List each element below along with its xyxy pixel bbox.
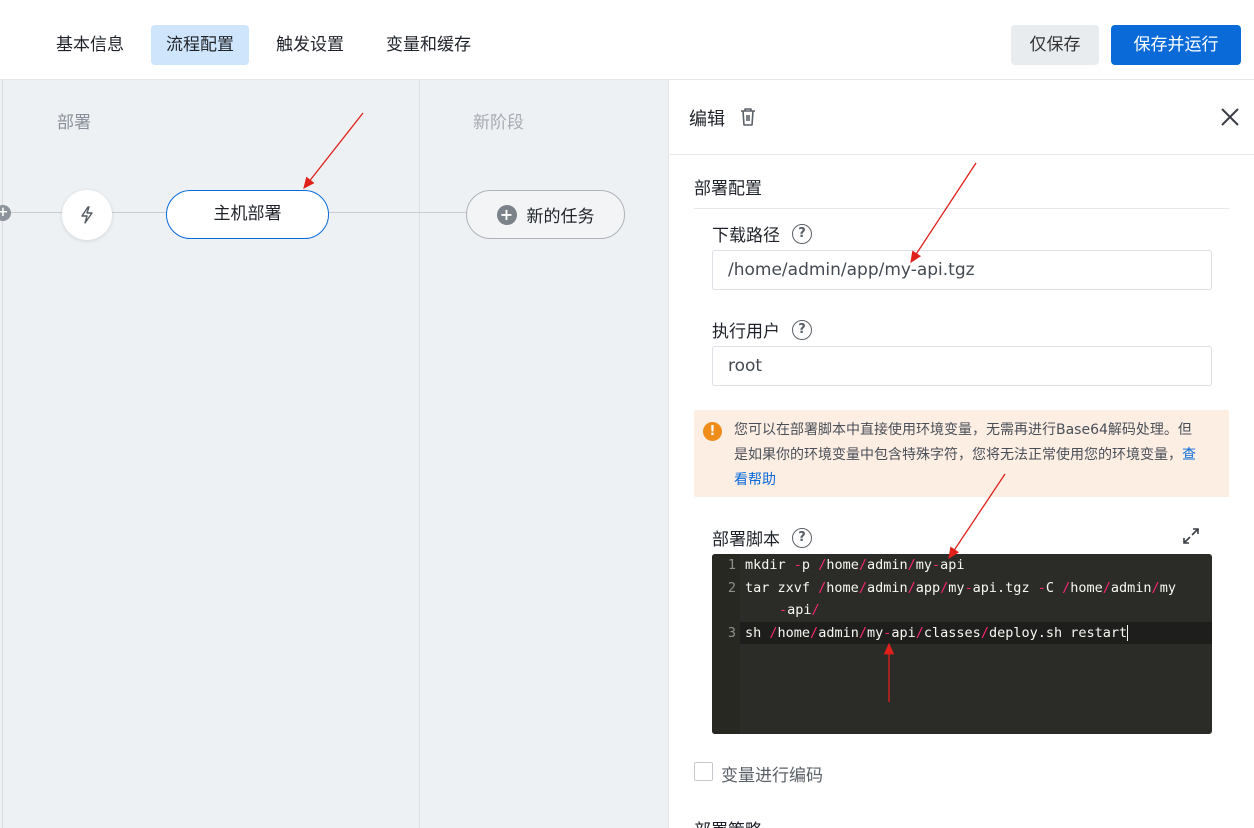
line-number: 3 <box>727 625 736 641</box>
code-line-2: tar zxvf /home/admin/app/my-api.tgz -C /… <box>745 580 1176 596</box>
tab-basic-info[interactable]: 基本信息 <box>41 25 139 65</box>
line-number: 1 <box>727 557 736 573</box>
edit-panel: 编辑 部署配置 下载路径 ? /home/admin/app/my-api.tg… <box>668 80 1254 828</box>
stage-divider <box>2 80 3 828</box>
connector-line <box>329 212 466 213</box>
new-task-label: 新的任务 <box>526 207 595 227</box>
save-only-button[interactable]: 仅保存 <box>1011 25 1099 65</box>
exec-user-input[interactable]: root <box>712 346 1212 386</box>
panel-title: 编辑 <box>689 109 725 130</box>
help-icon[interactable]: ? <box>792 527 812 548</box>
env-var-notice: ! 您可以在部署脚本中直接使用环境变量，无需再进行Base64解码处理。但是如果… <box>694 410 1229 497</box>
encode-vars-checkbox[interactable] <box>694 762 713 781</box>
script-editor[interactable]: 1 2 3 mkdir -p /home/admin/my-api tar zx… <box>712 554 1212 734</box>
trash-icon[interactable] <box>737 106 759 128</box>
download-path-label-text: 下载路径 <box>712 226 780 246</box>
pipeline-canvas: 部署 新阶段 + 主机部署 + 新的任务 <box>0 80 668 828</box>
code-line-3: sh /home/admin/my-api/classes/deploy.sh … <box>745 625 1129 641</box>
line-number: 2 <box>727 580 736 596</box>
tab-pipeline-config[interactable]: 流程配置 <box>151 25 249 65</box>
save-and-run-button[interactable]: 保存并运行 <box>1111 25 1241 65</box>
help-icon[interactable]: ? <box>792 319 812 340</box>
notice-body: 您可以在部署脚本中直接使用环境变量，无需再进行Base64解码处理。但是如果你的… <box>734 422 1192 463</box>
code-line-1: mkdir -p /home/admin/my-api <box>745 557 965 573</box>
job-node-host-deploy[interactable]: 主机部署 <box>166 190 329 239</box>
exec-user-label-text: 执行用户 <box>712 322 780 342</box>
close-icon[interactable] <box>1219 106 1241 128</box>
stage-title-new-stage: 新阶段 <box>473 113 524 133</box>
download-path-input[interactable]: /home/admin/app/my-api.tgz <box>712 250 1212 290</box>
deploy-strategy-title: 部署策略 <box>694 816 762 828</box>
new-task-button[interactable]: + 新的任务 <box>466 190 625 239</box>
expand-icon[interactable] <box>1181 526 1201 546</box>
encode-vars-label: 变量进行编码 <box>721 766 823 786</box>
section-divider <box>694 208 1229 209</box>
notice-text: 您可以在部署脚本中直接使用环境变量，无需再进行Base64解码处理。但是如果你的… <box>734 418 1204 493</box>
deploy-script-label: 部署脚本 ? <box>712 525 812 550</box>
connector-line <box>112 212 166 213</box>
tab-variables-cache[interactable]: 变量和缓存 <box>371 25 486 65</box>
help-icon[interactable]: ? <box>792 223 812 244</box>
stage-divider <box>419 80 420 828</box>
top-bar: 基本信息 流程配置 触发设置 变量和缓存 仅保存 保存并运行 <box>0 0 1254 80</box>
add-stage-icon[interactable]: + <box>0 205 11 221</box>
section-title: 部署配置 <box>694 179 762 199</box>
exec-user-label: 执行用户 ? <box>712 317 812 342</box>
download-path-label: 下载路径 ? <box>712 221 812 246</box>
trigger-node[interactable] <box>62 190 112 240</box>
deploy-script-label-text: 部署脚本 <box>712 530 780 550</box>
warning-icon: ! <box>703 422 722 441</box>
plus-icon: + <box>496 204 517 225</box>
tab-trigger-settings[interactable]: 触发设置 <box>261 25 359 65</box>
code-line-2-wrap: -api/ <box>779 602 820 618</box>
stage-title-deploy: 部署 <box>57 113 91 133</box>
panel-header: 编辑 <box>669 80 1254 155</box>
lightning-icon <box>81 206 93 224</box>
